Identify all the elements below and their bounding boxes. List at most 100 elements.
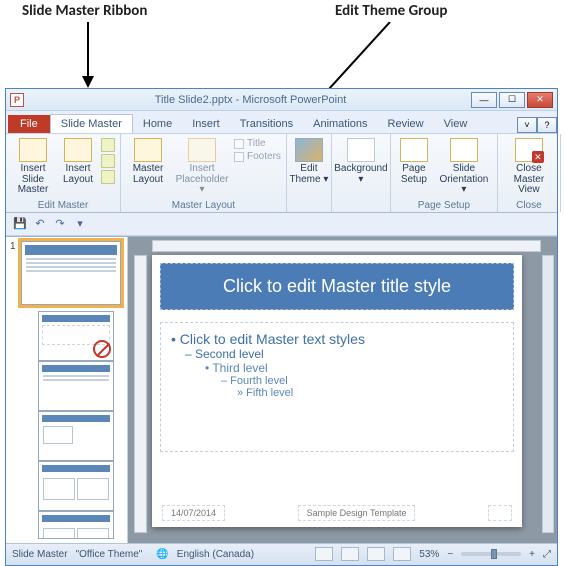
page-setup-label: Page Setup [396, 164, 432, 185]
background-label: Background ▾ [334, 164, 388, 185]
footers-checkbox[interactable]: Footers [234, 151, 281, 162]
tab-review[interactable]: Review [378, 115, 434, 133]
zoom-out-button[interactable]: − [447, 549, 453, 560]
no-content-icon [93, 340, 111, 358]
insert-placeholder-label: Insert Placeholder ▾ [174, 164, 230, 196]
thumbnail-layout-1[interactable] [38, 311, 114, 361]
insert-slide-master-button[interactable]: Insert Slide Master [11, 136, 55, 198]
group-master-layout: Master Layout Insert Placeholder ▾ Title… [121, 134, 287, 212]
edit-master-group-label: Edit Master [11, 198, 115, 211]
preserve-button[interactable] [101, 170, 115, 184]
delete-icon [101, 138, 115, 152]
bullet-level-3: • Third level [205, 361, 503, 375]
ribbon-tabs: File Slide Master Home Insert Transition… [6, 111, 557, 133]
zoom-in-button[interactable]: + [529, 549, 535, 560]
preserve-icon [101, 170, 115, 184]
delete-button[interactable] [101, 138, 115, 152]
normal-view-button[interactable] [315, 547, 333, 561]
master-title-placeholder[interactable]: Click to edit Master title style [160, 263, 514, 310]
master-layout-group-label: Master Layout [126, 198, 281, 211]
qat-more-button[interactable]: ▾ [72, 216, 88, 232]
footer-placeholder[interactable]: Sample Design Template [298, 505, 416, 521]
close-button[interactable]: ✕ [527, 92, 553, 108]
tab-view[interactable]: View [434, 115, 478, 133]
close-icon: ✕ [515, 138, 543, 162]
group-background: Background ▾ [332, 134, 391, 212]
insert-layout-button[interactable]: Insert Layout [59, 136, 97, 187]
tab-transitions[interactable]: Transitions [230, 115, 303, 133]
orientation-icon [450, 138, 478, 162]
page-setup-button[interactable]: Page Setup [396, 136, 432, 187]
thumbnail-pane[interactable]: 1 [6, 237, 128, 543]
group-close: ✕ Close Master View Close [498, 134, 561, 212]
slideshow-view-button[interactable] [393, 547, 411, 561]
page-setup-group-label: Page Setup [396, 198, 492, 211]
status-bar: Slide Master "Office Theme" 🌐 English (C… [6, 543, 557, 565]
titlebar: P Title Slide2.pptx - Microsoft PowerPoi… [6, 89, 557, 111]
master-layout-button[interactable]: Master Layout [126, 136, 170, 187]
ribbon-minimize-button[interactable]: ˅ [517, 117, 537, 133]
checkbox-icon [234, 139, 244, 149]
slide-canvas[interactable]: Click to edit Master title style • Click… [128, 237, 557, 543]
save-button[interactable]: 💾 [12, 216, 28, 232]
master-layout-label: Master Layout [126, 164, 170, 185]
slide-master-preview[interactable]: Click to edit Master title style • Click… [152, 255, 522, 527]
tab-home[interactable]: Home [133, 115, 182, 133]
edit-theme-label: Edit Theme ▾ [289, 164, 329, 185]
ribbon: Insert Slide Master Insert Layout Edit M… [6, 133, 557, 213]
close-group-label: Close [503, 198, 555, 211]
help-button[interactable]: ? [537, 117, 557, 133]
undo-button[interactable]: ↶ [32, 216, 48, 232]
sorter-view-button[interactable] [341, 547, 359, 561]
placeholder-icon [188, 138, 216, 162]
thumbnail-master[interactable] [21, 241, 121, 305]
bullet-level-5: » Fifth level [237, 387, 503, 399]
vertical-ruler[interactable] [134, 255, 147, 533]
footers-chk-label: Footers [247, 151, 281, 162]
status-language[interactable]: English (Canada) [177, 549, 254, 560]
zoom-label[interactable]: 53% [419, 549, 439, 560]
bullet-level-4: – Fourth level [221, 375, 503, 387]
vertical-scrollbar[interactable] [542, 255, 554, 533]
maximize-button[interactable]: ☐ [499, 92, 525, 108]
edit-theme-button[interactable]: Edit Theme ▾ [289, 136, 329, 187]
app-window: P Title Slide2.pptx - Microsoft PowerPoi… [5, 88, 558, 566]
title-checkbox[interactable]: Title [234, 138, 281, 149]
thumbnail-layout-5[interactable] [38, 511, 114, 539]
thumbnail-layout-3[interactable] [38, 411, 114, 461]
status-mode: Slide Master [12, 549, 68, 560]
work-area: 1 [6, 236, 557, 543]
redo-button[interactable]: ↷ [52, 216, 68, 232]
insert-placeholder-button[interactable]: Insert Placeholder ▾ [174, 136, 230, 198]
horizontal-ruler[interactable] [152, 240, 541, 252]
app-icon: P [10, 93, 24, 107]
group-page-setup: Page Setup Slide Orientation ▾ Page Setu… [391, 134, 498, 212]
thumbnail-layout-4[interactable] [38, 461, 114, 511]
minimize-button[interactable]: — [471, 92, 497, 108]
window-title: Title Slide2.pptx - Microsoft PowerPoint [30, 94, 471, 106]
background-icon [347, 138, 375, 162]
master-body-placeholder[interactable]: • Click to edit Master text styles – Sec… [160, 322, 514, 452]
zoom-slider[interactable] [461, 552, 521, 556]
tab-slide-master[interactable]: Slide Master [50, 114, 133, 133]
annotation-arrow-1 [70, 22, 110, 92]
file-tab[interactable]: File [8, 115, 50, 133]
fit-to-window-button[interactable]: ⤢ [543, 549, 551, 560]
quick-access-toolbar: 💾 ↶ ↷ ▾ [6, 213, 557, 236]
slide-number-placeholder[interactable] [488, 505, 512, 521]
group-edit-master: Insert Slide Master Insert Layout Edit M… [6, 134, 121, 212]
slide-master-icon [19, 138, 47, 162]
tab-insert[interactable]: Insert [182, 115, 230, 133]
tab-animations[interactable]: Animations [303, 115, 377, 133]
close-master-view-button[interactable]: ✕ Close Master View [503, 136, 555, 198]
reading-view-button[interactable] [367, 547, 385, 561]
checkbox-icon [234, 152, 244, 162]
thumbnail-layout-2[interactable] [38, 361, 114, 411]
slide-orientation-button[interactable]: Slide Orientation ▾ [436, 136, 492, 198]
close-master-label: Close Master View [503, 164, 555, 196]
background-button[interactable]: Background ▾ [334, 136, 388, 187]
insert-slide-master-label: Insert Slide Master [11, 164, 55, 196]
rename-icon [101, 154, 115, 168]
date-placeholder[interactable]: 14/07/2014 [162, 505, 225, 521]
rename-button[interactable] [101, 154, 115, 168]
